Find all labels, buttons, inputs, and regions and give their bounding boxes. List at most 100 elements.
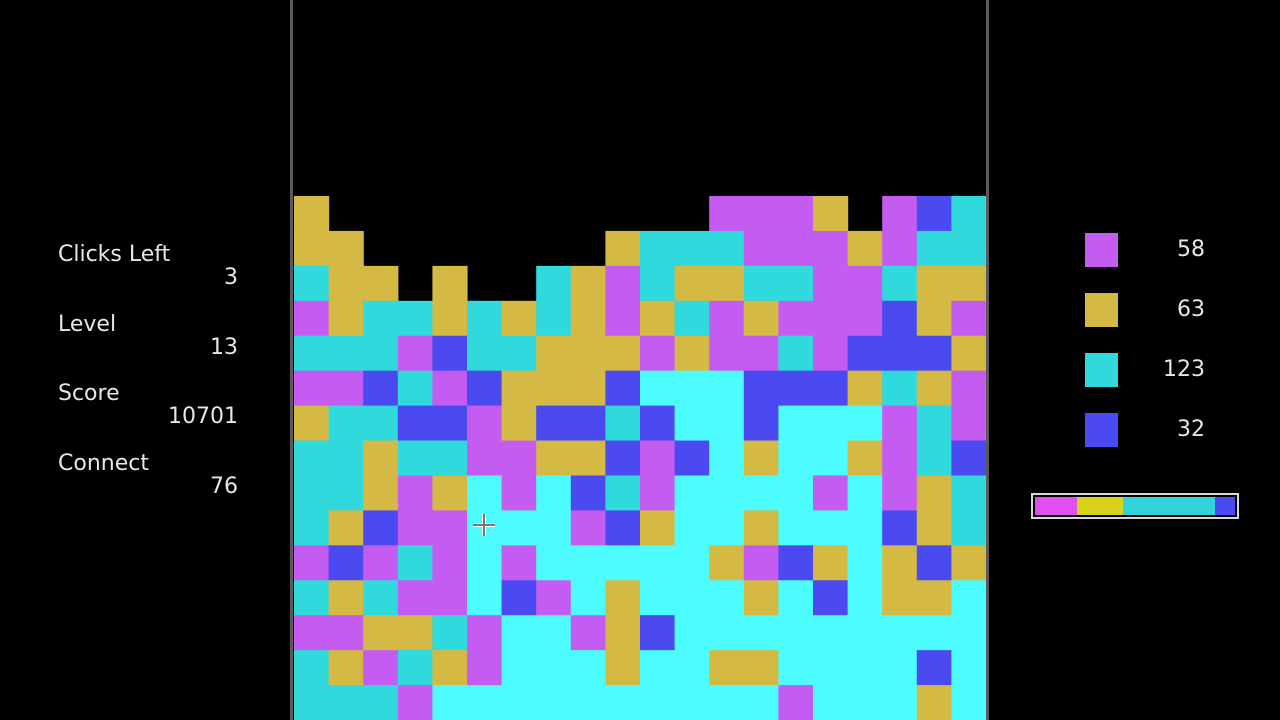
board-tile[interactable]	[847, 370, 883, 407]
board-tile[interactable]	[640, 370, 676, 407]
board-tile[interactable]	[397, 405, 433, 442]
board-tile[interactable]	[363, 580, 399, 616]
board-tile[interactable]	[432, 405, 468, 442]
board-tile[interactable]	[743, 440, 779, 477]
board-tile[interactable]	[432, 650, 468, 686]
board-tile[interactable]	[916, 685, 952, 720]
board-tile[interactable]	[536, 685, 572, 720]
board-tile[interactable]	[294, 265, 330, 302]
board-tile[interactable]	[674, 580, 710, 616]
board-tile[interactable]	[674, 685, 710, 720]
board-tile[interactable]	[882, 510, 918, 546]
board-tile[interactable]	[536, 510, 572, 546]
board-tile[interactable]	[951, 230, 986, 267]
board-tile[interactable]	[363, 370, 399, 407]
board-tile[interactable]	[640, 615, 676, 651]
board-tile[interactable]	[397, 510, 433, 546]
board-tile[interactable]	[432, 265, 468, 302]
board-grid[interactable]	[294, 196, 986, 720]
board-tile[interactable]	[501, 300, 537, 337]
board-tile[interactable]	[813, 300, 849, 337]
board-tile[interactable]	[951, 196, 986, 232]
board-tile[interactable]	[709, 685, 745, 720]
board-tile[interactable]	[328, 440, 364, 477]
board-tile[interactable]	[328, 230, 364, 267]
board-tile[interactable]	[294, 650, 330, 686]
board-tile[interactable]	[778, 265, 814, 302]
board-tile[interactable]	[363, 510, 399, 546]
board-tile[interactable]	[813, 440, 849, 477]
board-tile[interactable]	[328, 265, 364, 302]
board-tile[interactable]	[916, 545, 952, 581]
board-tile[interactable]	[294, 230, 330, 267]
board-tile[interactable]	[813, 265, 849, 302]
board-tile[interactable]	[432, 475, 468, 511]
board-tile[interactable]	[847, 230, 883, 267]
board-tile[interactable]	[709, 265, 745, 302]
board-tile[interactable]	[778, 230, 814, 267]
board-tile[interactable]	[916, 300, 952, 337]
board-tile[interactable]	[674, 335, 710, 372]
board-tile[interactable]	[778, 685, 814, 720]
board-tile[interactable]	[951, 580, 986, 616]
board-tile[interactable]	[743, 370, 779, 407]
board-tile[interactable]	[847, 580, 883, 616]
board-tile[interactable]	[570, 370, 606, 407]
board-tile[interactable]	[743, 300, 779, 337]
board-tile[interactable]	[605, 685, 641, 720]
board-tile[interactable]	[536, 475, 572, 511]
board-tile[interactable]	[951, 545, 986, 581]
board-tile[interactable]	[501, 335, 537, 372]
board-tile[interactable]	[813, 475, 849, 511]
board-tile[interactable]	[467, 685, 503, 720]
board-tile[interactable]	[501, 370, 537, 407]
board-tile[interactable]	[570, 405, 606, 442]
board-tile[interactable]	[570, 440, 606, 477]
board-tile[interactable]	[397, 335, 433, 372]
board-tile[interactable]	[916, 615, 952, 651]
board-tile[interactable]	[328, 370, 364, 407]
board-tile[interactable]	[813, 615, 849, 651]
board-tile[interactable]	[882, 685, 918, 720]
board-tile[interactable]	[397, 300, 433, 337]
board-tile[interactable]	[328, 650, 364, 686]
board-tile[interactable]	[847, 475, 883, 511]
board-tile[interactable]	[882, 265, 918, 302]
board-tile[interactable]	[916, 370, 952, 407]
board-tile[interactable]	[882, 300, 918, 337]
board-tile[interactable]	[605, 440, 641, 477]
board-tile[interactable]	[328, 335, 364, 372]
board-tile[interactable]	[709, 335, 745, 372]
board-tile[interactable]	[570, 650, 606, 686]
board-tile[interactable]	[328, 615, 364, 651]
board-tile[interactable]	[467, 300, 503, 337]
board-tile[interactable]	[882, 615, 918, 651]
board-tile[interactable]	[467, 405, 503, 442]
board-tile[interactable]	[640, 510, 676, 546]
board-tile[interactable]	[328, 545, 364, 581]
board-tile[interactable]	[363, 545, 399, 581]
board-tile[interactable]	[778, 440, 814, 477]
board-tile[interactable]	[743, 405, 779, 442]
board-tile[interactable]	[397, 650, 433, 686]
board-tile[interactable]	[640, 580, 676, 616]
board-tile[interactable]	[432, 335, 468, 372]
board-tile[interactable]	[847, 265, 883, 302]
board-tile[interactable]	[397, 475, 433, 511]
board-tile[interactable]	[570, 615, 606, 651]
board-tile[interactable]	[778, 580, 814, 616]
board-tile[interactable]	[916, 510, 952, 546]
board-tile[interactable]	[536, 300, 572, 337]
board-tile[interactable]	[501, 685, 537, 720]
board-tile[interactable]	[813, 230, 849, 267]
board-tile[interactable]	[709, 440, 745, 477]
board-tile[interactable]	[363, 265, 399, 302]
board-tile[interactable]	[674, 615, 710, 651]
game-board[interactable]	[294, 196, 986, 720]
board-tile[interactable]	[743, 230, 779, 267]
board-tile[interactable]	[328, 580, 364, 616]
board-tile[interactable]	[536, 405, 572, 442]
board-tile[interactable]	[951, 440, 986, 477]
board-tile[interactable]	[501, 475, 537, 511]
board-tile[interactable]	[467, 475, 503, 511]
